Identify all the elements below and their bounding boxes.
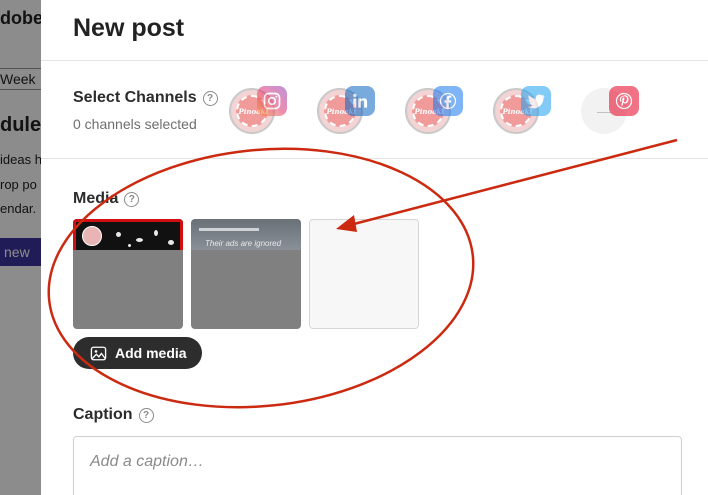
channel-linkedin[interactable]: Pinoak — [317, 86, 375, 136]
media-label-row: Media ? — [73, 190, 140, 208]
info-icon[interactable]: ? — [124, 191, 140, 207]
channel-pinterest[interactable]: — — [581, 86, 639, 136]
pinterest-icon — [609, 86, 639, 116]
twitter-icon — [521, 86, 551, 116]
channels-label-row: Select Channels ? — [73, 89, 218, 107]
caption-input[interactable] — [74, 437, 681, 495]
media-thumbnail[interactable]: Their ads are ignored — [191, 219, 301, 329]
channels-selected-count: 0 channels selected — [73, 116, 197, 132]
add-media-button[interactable]: Add media — [73, 337, 202, 369]
caption-label: Caption — [73, 406, 133, 423]
channels-label: Select Channels — [73, 89, 197, 106]
divider — [41, 158, 708, 159]
thumbnail-image: Their ads are ignored — [191, 219, 301, 250]
info-icon[interactable]: ? — [202, 90, 218, 106]
info-icon[interactable]: ? — [138, 407, 154, 423]
facebook-icon — [433, 86, 463, 116]
divider — [41, 60, 708, 61]
add-media-label: Add media — [115, 345, 187, 361]
modal-title: New post — [73, 14, 185, 42]
thumbnail-image — [73, 219, 183, 250]
media-placeholder[interactable] — [309, 219, 419, 329]
channel-twitter[interactable]: Pinoak — [493, 86, 551, 136]
linkedin-icon — [345, 86, 375, 116]
instagram-icon — [257, 86, 287, 116]
channel-facebook[interactable]: Pinoak — [405, 86, 463, 136]
media-label: Media — [73, 190, 119, 207]
media-thumbnail[interactable] — [73, 219, 183, 329]
image-icon — [90, 346, 107, 360]
new-post-modal: New post Select Channels ? 0 channels se… — [41, 0, 708, 495]
caption-label-row: Caption ? — [73, 406, 154, 424]
thumbnail-caption: Their ads are ignored — [205, 239, 282, 248]
channel-instagram[interactable]: Pinoak — [229, 86, 287, 136]
caption-field — [73, 436, 682, 495]
